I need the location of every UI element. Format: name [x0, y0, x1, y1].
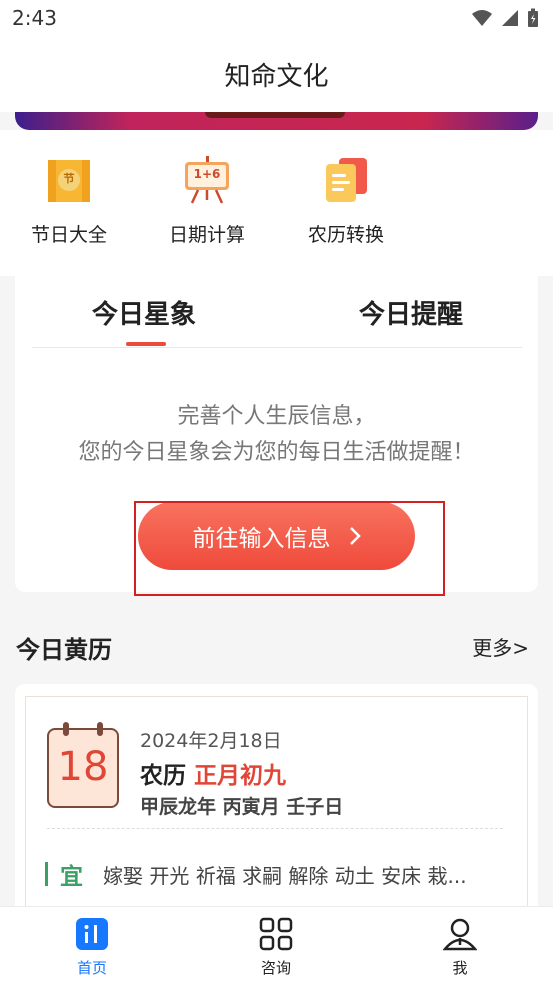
yi-accent-bar: [45, 862, 48, 886]
signal-icon: [502, 10, 518, 26]
almanac-more-link[interactable]: 更多>: [472, 632, 529, 661]
date-calc-icon: 1+6: [182, 156, 232, 206]
date-calc-icon-text: 1+6: [193, 167, 221, 181]
active-tab-indicator: [126, 342, 166, 346]
page-title: 知命文化: [224, 62, 329, 92]
calendar-ring-left: [63, 722, 69, 736]
tool-festival-label: 节日大全: [30, 224, 107, 246]
lunar-convert-icon: [321, 156, 371, 206]
nav-home[interactable]: 首页: [42, 917, 142, 978]
nav-consult-label: 咨询: [260, 959, 291, 977]
prompt-message-line2: 您的今日星象会为您的每日生活做提醒！: [78, 440, 475, 465]
tab-today-horoscope[interactable]: 今日星象: [92, 294, 196, 331]
home-icon: [75, 917, 109, 951]
bottom-navigation: 首页 咨询 我: [0, 906, 553, 984]
tool-date-calc[interactable]: 1+6 日期计算: [157, 156, 257, 247]
yi-label: 宜: [60, 864, 83, 890]
nav-consult[interactable]: 咨询: [226, 917, 326, 978]
status-time: 2:43: [12, 6, 57, 30]
festival-icon: 节: [44, 156, 94, 206]
almanac-card[interactable]: 18 2024年2月18日 农历 正月初九 甲辰龙年 丙寅月 壬子日 宜 嫁娶 …: [15, 684, 538, 936]
tools-grid: 节 节日大全 1+6 日期计算 农历转换: [0, 130, 553, 276]
profile-icon: [442, 917, 478, 951]
lunar-prefix: 农历: [140, 763, 186, 789]
banner-carousel[interactable]: [15, 112, 538, 130]
highlight-box: [134, 501, 445, 596]
prompt-message-line1: 完善个人生辰信息，: [177, 404, 376, 429]
status-bar: 2:43: [0, 0, 553, 38]
tool-date-calc-label: 日期计算: [168, 224, 245, 246]
wifi-icon: [472, 10, 492, 26]
banner-center-decoration: [205, 112, 345, 118]
ganzhi-date: 甲辰龙年 丙寅月 壬子日: [140, 796, 344, 818]
calendar-ring-right: [97, 722, 103, 736]
consult-grid-icon: [259, 917, 293, 951]
tool-festival[interactable]: 节 节日大全: [19, 156, 119, 247]
lunar-date-line: 农历 正月初九: [140, 756, 286, 790]
tab-divider: [32, 347, 522, 348]
nav-me-label: 我: [452, 959, 468, 977]
gregorian-date: 2024年2月18日: [140, 730, 282, 752]
battery-icon: [528, 8, 538, 27]
yi-items: 嫁娶 开光 祈福 求嗣 解除 动土 安床 栽...: [103, 863, 467, 888]
festival-icon-text: 节: [63, 172, 75, 185]
tool-lunar-convert-label: 农历转换: [307, 224, 384, 246]
tab-today-reminder[interactable]: 今日提醒: [359, 294, 463, 331]
nav-home-label: 首页: [76, 959, 107, 977]
app-bar: 知命文化: [0, 38, 553, 112]
status-icons: [471, 8, 539, 28]
calendar-day-icon: 18: [47, 722, 119, 808]
nav-me[interactable]: 我: [410, 917, 510, 978]
almanac-section-title: 今日黄历: [16, 636, 112, 664]
almanac-divider: [47, 828, 503, 829]
calendar-day-number: 18: [57, 744, 109, 790]
tool-lunar-convert[interactable]: 农历转换: [296, 156, 396, 247]
yi-row: 宜 嫁娶 开光 祈福 求嗣 解除 动土 安床 栽...: [45, 857, 467, 891]
lunar-date: 正月初九: [194, 763, 287, 789]
